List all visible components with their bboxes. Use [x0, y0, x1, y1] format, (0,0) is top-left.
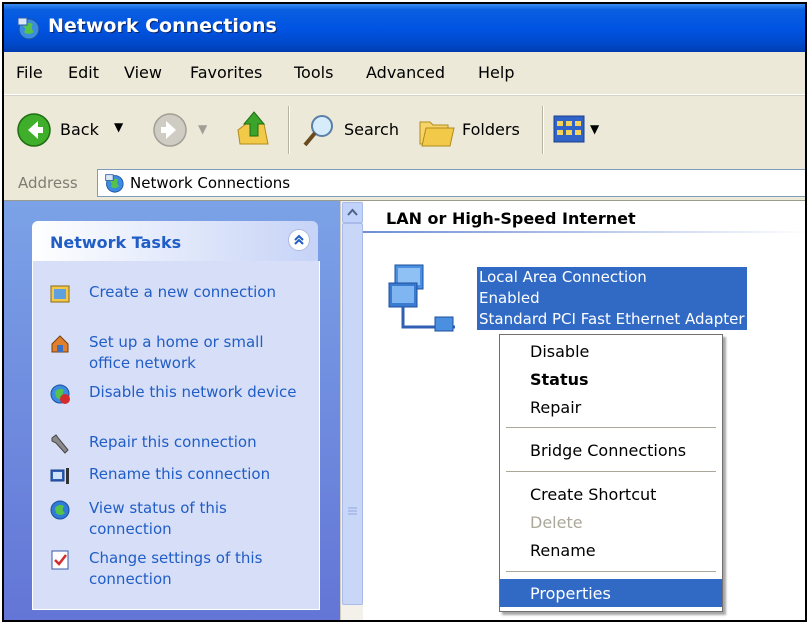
connection-status: Enabled — [479, 289, 540, 307]
toolbar: Back ▼ ▼ Search Folders ▼ — [4, 95, 805, 167]
task-pane: Network Tasks Create a new connection Se… — [4, 201, 340, 620]
scroll-up-button[interactable] — [342, 202, 363, 223]
menu-item-label: Create Shortcut — [530, 485, 657, 504]
network-tasks-title: Network Tasks — [50, 233, 182, 252]
scroll-up-arrow-icon — [347, 208, 358, 216]
address-bar: Address Network Connections — [4, 166, 805, 201]
menu-item-label: Rename — [530, 541, 596, 560]
views-icon — [553, 115, 585, 143]
disable-network-icon — [50, 384, 70, 404]
menu-item-label: Status — [530, 370, 589, 389]
search-label: Search — [344, 120, 399, 139]
menu-help[interactable]: Help — [478, 63, 514, 82]
window-title: Network Connections — [48, 15, 277, 37]
menu-item-label: Disable — [530, 342, 590, 361]
vertical-scrollbar[interactable] — [340, 201, 363, 620]
settings-icon — [51, 550, 69, 570]
menu-item-label: Repair — [530, 398, 582, 417]
up-folder-icon[interactable] — [234, 110, 274, 150]
task-label: View status of this connection — [89, 499, 227, 538]
menu-item-bridge[interactable]: Bridge Connections — [500, 436, 722, 464]
address-value: Network Connections — [130, 174, 291, 192]
menu-item-status[interactable]: Status — [500, 365, 722, 393]
menu-item-label: Bridge Connections — [530, 441, 687, 460]
menu-item-delete: Delete — [500, 508, 722, 536]
menu-item-label: Delete — [530, 513, 583, 532]
title-bar[interactable]: Network Connections — [4, 4, 805, 52]
menu-item-create-shortcut[interactable]: Create Shortcut — [500, 480, 722, 508]
menu-separator — [506, 571, 716, 572]
menu-separator — [506, 427, 716, 428]
menu-tools[interactable]: Tools — [294, 63, 333, 82]
menu-item-repair[interactable]: Repair — [500, 393, 722, 421]
task-label: Set up a home or small office network — [89, 333, 264, 372]
menu-view[interactable]: View — [124, 63, 162, 82]
home-network-icon — [51, 335, 69, 353]
task-label: Change settings of this connection — [89, 549, 263, 588]
connection-device: Standard PCI Fast Ethernet Adapter — [479, 310, 745, 328]
group-title: LAN or High-Speed Internet — [386, 209, 636, 228]
rename-icon — [50, 468, 69, 484]
address-input[interactable]: Network Connections — [97, 169, 805, 197]
menu-item-disable[interactable]: Disable — [500, 337, 722, 365]
status-icon — [50, 500, 70, 520]
new-connection-icon — [50, 285, 70, 303]
network-connections-icon — [105, 174, 124, 193]
collapse-button[interactable] — [288, 229, 310, 251]
toolbar-separator — [288, 106, 289, 154]
back-arrow-icon — [17, 113, 51, 147]
folders-button[interactable]: Folders — [418, 110, 530, 150]
network-tasks-header[interactable]: Network Tasks — [32, 221, 318, 261]
folders-icon — [419, 121, 455, 147]
folders-label: Folders — [462, 120, 520, 139]
views-button[interactable]: ▼ — [552, 112, 612, 148]
menu-item-properties[interactable]: Properties — [500, 579, 722, 607]
menu-file[interactable]: File — [16, 63, 43, 82]
network-connections-icon — [17, 17, 40, 40]
back-dropdown-icon[interactable]: ▼ — [114, 120, 123, 134]
group-divider — [363, 231, 805, 233]
task-label: Disable this network device — [89, 383, 297, 401]
context-menu: Disable Status Repair Bridge Connections… — [499, 334, 723, 612]
task-label: Create a new connection — [89, 283, 276, 301]
connection-name: Local Area Connection — [479, 268, 647, 286]
menu-item-label: Properties — [530, 584, 611, 603]
toolbar-separator — [542, 106, 543, 154]
forward-button[interactable]: ▼ — [152, 110, 212, 150]
window-frame: Network Connections File Edit View Favor… — [2, 2, 807, 622]
menu-bar: File Edit View Favorites Tools Advanced … — [4, 52, 805, 95]
menu-separator — [506, 471, 716, 472]
forward-arrow-icon — [153, 113, 187, 147]
back-label: Back — [60, 120, 99, 139]
scroll-thumb[interactable] — [342, 223, 363, 605]
views-dropdown-icon[interactable]: ▼ — [590, 122, 599, 136]
connection-details[interactable]: Local Area Connection Enabled Standard P… — [477, 267, 747, 330]
back-button[interactable]: Back ▼ — [16, 110, 146, 150]
task-label: Rename this connection — [89, 465, 271, 483]
menu-advanced[interactable]: Advanced — [366, 63, 445, 82]
network-tasks-list: Create a new connection Set up a home or… — [32, 261, 320, 610]
menu-favorites[interactable]: Favorites — [190, 63, 262, 82]
search-button[interactable]: Search — [302, 110, 412, 150]
lan-connection-icon[interactable] — [385, 261, 465, 341]
forward-dropdown-icon[interactable]: ▼ — [198, 122, 207, 136]
repair-icon — [51, 434, 69, 454]
menu-item-rename[interactable]: Rename — [500, 536, 722, 564]
chevron-up-icon — [294, 234, 304, 245]
search-icon — [303, 115, 333, 147]
address-label: Address — [18, 174, 78, 192]
thumb-grip-icon — [348, 507, 357, 515]
task-label: Repair this connection — [89, 433, 257, 451]
menu-edit[interactable]: Edit — [68, 63, 99, 82]
